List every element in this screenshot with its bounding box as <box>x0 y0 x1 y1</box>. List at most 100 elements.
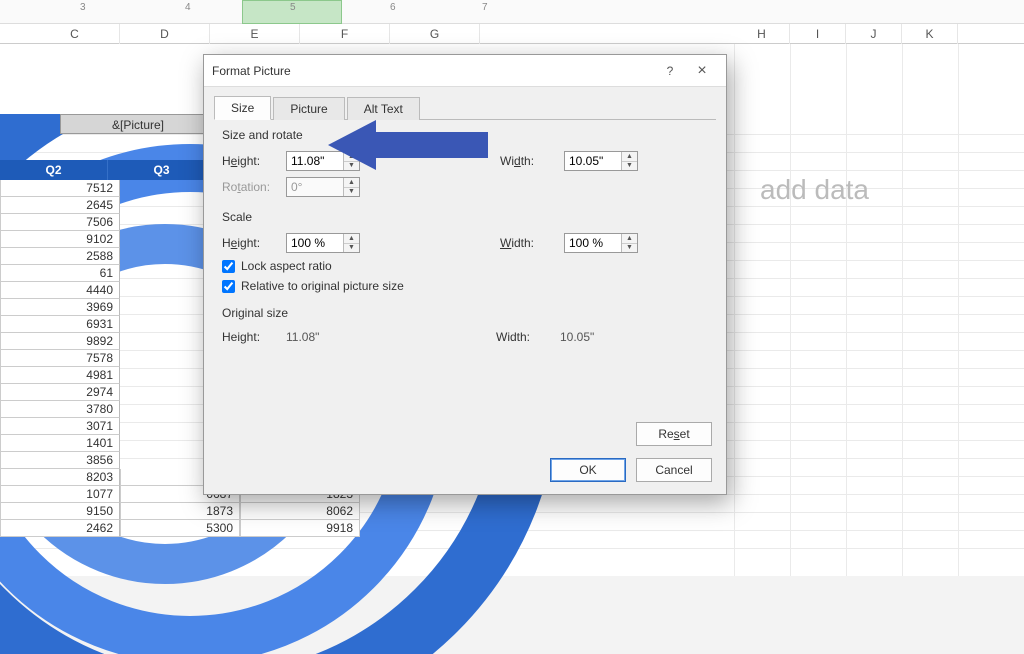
close-button[interactable]: × <box>686 57 718 85</box>
cell[interactable]: 8062 <box>240 503 360 520</box>
spin-up-icon[interactable]: ▲ <box>622 152 637 162</box>
spin-up-icon[interactable]: ▲ <box>344 152 359 162</box>
table-header: Q2 Q3 <box>0 160 216 180</box>
ruler-tick: 6 <box>390 2 396 13</box>
scale-width-spinner[interactable]: ▲▼ <box>564 233 638 253</box>
cell[interactable]: 61 <box>0 265 120 282</box>
cell[interactable]: 9150 <box>0 503 120 520</box>
height-spinner[interactable]: ▲▼ <box>286 151 360 171</box>
cell[interactable]: 3856 <box>0 452 120 469</box>
spin-down-icon: ▼ <box>344 188 359 197</box>
table-row[interactable]: 246253009918 <box>0 520 380 537</box>
section-title: Original size <box>222 306 708 320</box>
relative-size-checkbox[interactable]: Relative to original picture size <box>222 276 708 296</box>
cell[interactable]: 4981 <box>0 367 120 384</box>
cell[interactable]: 6931 <box>0 316 120 333</box>
size-panel: Size and rotate Height: ▲▼ Width: ▲▼ Rot… <box>204 120 726 366</box>
col-header[interactable]: F <box>300 24 390 44</box>
help-button[interactable]: ? <box>654 57 686 85</box>
format-picture-dialog: Format Picture ? × Size Picture Alt Text… <box>203 54 727 495</box>
ok-button[interactable]: OK <box>550 458 626 482</box>
lock-aspect-checkbox[interactable]: Lock aspect ratio <box>222 256 708 276</box>
tab-size[interactable]: Size <box>214 96 271 120</box>
cell[interactable]: 1401 <box>0 435 120 452</box>
tab-strip: Size Picture Alt Text <box>204 87 726 119</box>
height-label: Height: <box>222 154 286 168</box>
width-label: Width: <box>500 154 564 168</box>
relative-size-label: Relative to original picture size <box>241 279 404 293</box>
rotation-spinner: ▲▼ <box>286 177 360 197</box>
cell[interactable]: 2462 <box>0 520 120 537</box>
cell[interactable]: 5300 <box>120 520 240 537</box>
col-header[interactable]: I <box>790 24 846 44</box>
col-header[interactable]: J <box>846 24 902 44</box>
cell[interactable]: 9918 <box>240 520 360 537</box>
cell[interactable]: 3969 <box>0 299 120 316</box>
width-input[interactable] <box>565 152 621 170</box>
spin-up-icon: ▲ <box>344 178 359 188</box>
scale-height-input[interactable] <box>287 234 343 252</box>
orig-height-label: Height: <box>222 330 286 344</box>
spin-up-icon[interactable]: ▲ <box>622 234 637 244</box>
cell[interactable]: 1873 <box>120 503 240 520</box>
section-scale: Scale Height: ▲▼ Width: ▲▼ Lock aspect r… <box>222 210 708 296</box>
header-picture-token[interactable]: &[Picture] <box>60 114 216 134</box>
rotation-input <box>287 178 343 196</box>
cell[interactable]: 1077 <box>0 486 120 503</box>
spin-down-icon[interactable]: ▼ <box>344 162 359 171</box>
height-input[interactable] <box>287 152 343 170</box>
cell[interactable]: 3780 <box>0 401 120 418</box>
tab-picture[interactable]: Picture <box>273 97 344 120</box>
dialog-title: Format Picture <box>212 64 654 78</box>
lock-aspect-input[interactable] <box>222 260 235 273</box>
watermark-text: add data <box>760 174 869 206</box>
cell[interactable]: 7512 <box>0 180 120 197</box>
orig-width-value: 10.05" <box>560 330 620 344</box>
column-headers: C D E F G H I J K <box>0 24 1024 44</box>
close-icon: × <box>697 62 706 80</box>
section-title: Scale <box>222 210 708 224</box>
table-row[interactable]: 915018738062 <box>0 503 380 520</box>
orig-width-label: Width: <box>496 330 560 344</box>
cell[interactable]: 4440 <box>0 282 120 299</box>
section-size-rotate: Size and rotate Height: ▲▼ Width: ▲▼ Rot… <box>222 128 708 200</box>
cell[interactable]: 7578 <box>0 350 120 367</box>
cancel-button[interactable]: Cancel <box>636 458 712 482</box>
cell[interactable]: 2588 <box>0 248 120 265</box>
ruler-tick: 3 <box>80 2 86 13</box>
relative-size-input[interactable] <box>222 280 235 293</box>
cell[interactable]: 9102 <box>0 231 120 248</box>
cell[interactable]: 9892 <box>0 333 120 350</box>
col-header[interactable]: E <box>210 24 300 44</box>
lock-aspect-label: Lock aspect ratio <box>241 259 332 273</box>
orig-height-value: 11.08" <box>286 330 346 344</box>
scale-width-label: Width: <box>500 236 564 250</box>
scale-height-spinner[interactable]: ▲▼ <box>286 233 360 253</box>
col-header[interactable]: H <box>734 24 790 44</box>
scale-height-label: Height: <box>222 236 286 250</box>
spin-down-icon[interactable]: ▼ <box>622 244 637 253</box>
cell[interactable]: 8203 <box>0 469 120 486</box>
col-header[interactable]: C <box>30 24 120 44</box>
spin-down-icon[interactable]: ▼ <box>622 162 637 171</box>
ruler-tick: 5 <box>290 2 296 13</box>
ruler-tick: 4 <box>185 2 191 13</box>
col-header[interactable]: K <box>902 24 958 44</box>
cell[interactable]: 2974 <box>0 384 120 401</box>
spin-up-icon[interactable]: ▲ <box>344 234 359 244</box>
cell[interactable]: 2645 <box>0 197 120 214</box>
rotation-label: Rotation: <box>222 180 286 194</box>
col-q2[interactable]: Q2 <box>0 160 108 180</box>
spin-down-icon[interactable]: ▼ <box>344 244 359 253</box>
cell[interactable]: 3071 <box>0 418 120 435</box>
horizontal-ruler: 3 4 5 6 7 <box>0 0 1024 24</box>
reset-button[interactable]: Reset <box>636 422 712 446</box>
dialog-titlebar[interactable]: Format Picture ? × <box>204 55 726 87</box>
col-header[interactable]: G <box>390 24 480 44</box>
tab-alt-text[interactable]: Alt Text <box>347 97 420 120</box>
scale-width-input[interactable] <box>565 234 621 252</box>
cell[interactable]: 7506 <box>0 214 120 231</box>
col-q3[interactable]: Q3 <box>108 160 216 180</box>
width-spinner[interactable]: ▲▼ <box>564 151 638 171</box>
col-header[interactable]: D <box>120 24 210 44</box>
